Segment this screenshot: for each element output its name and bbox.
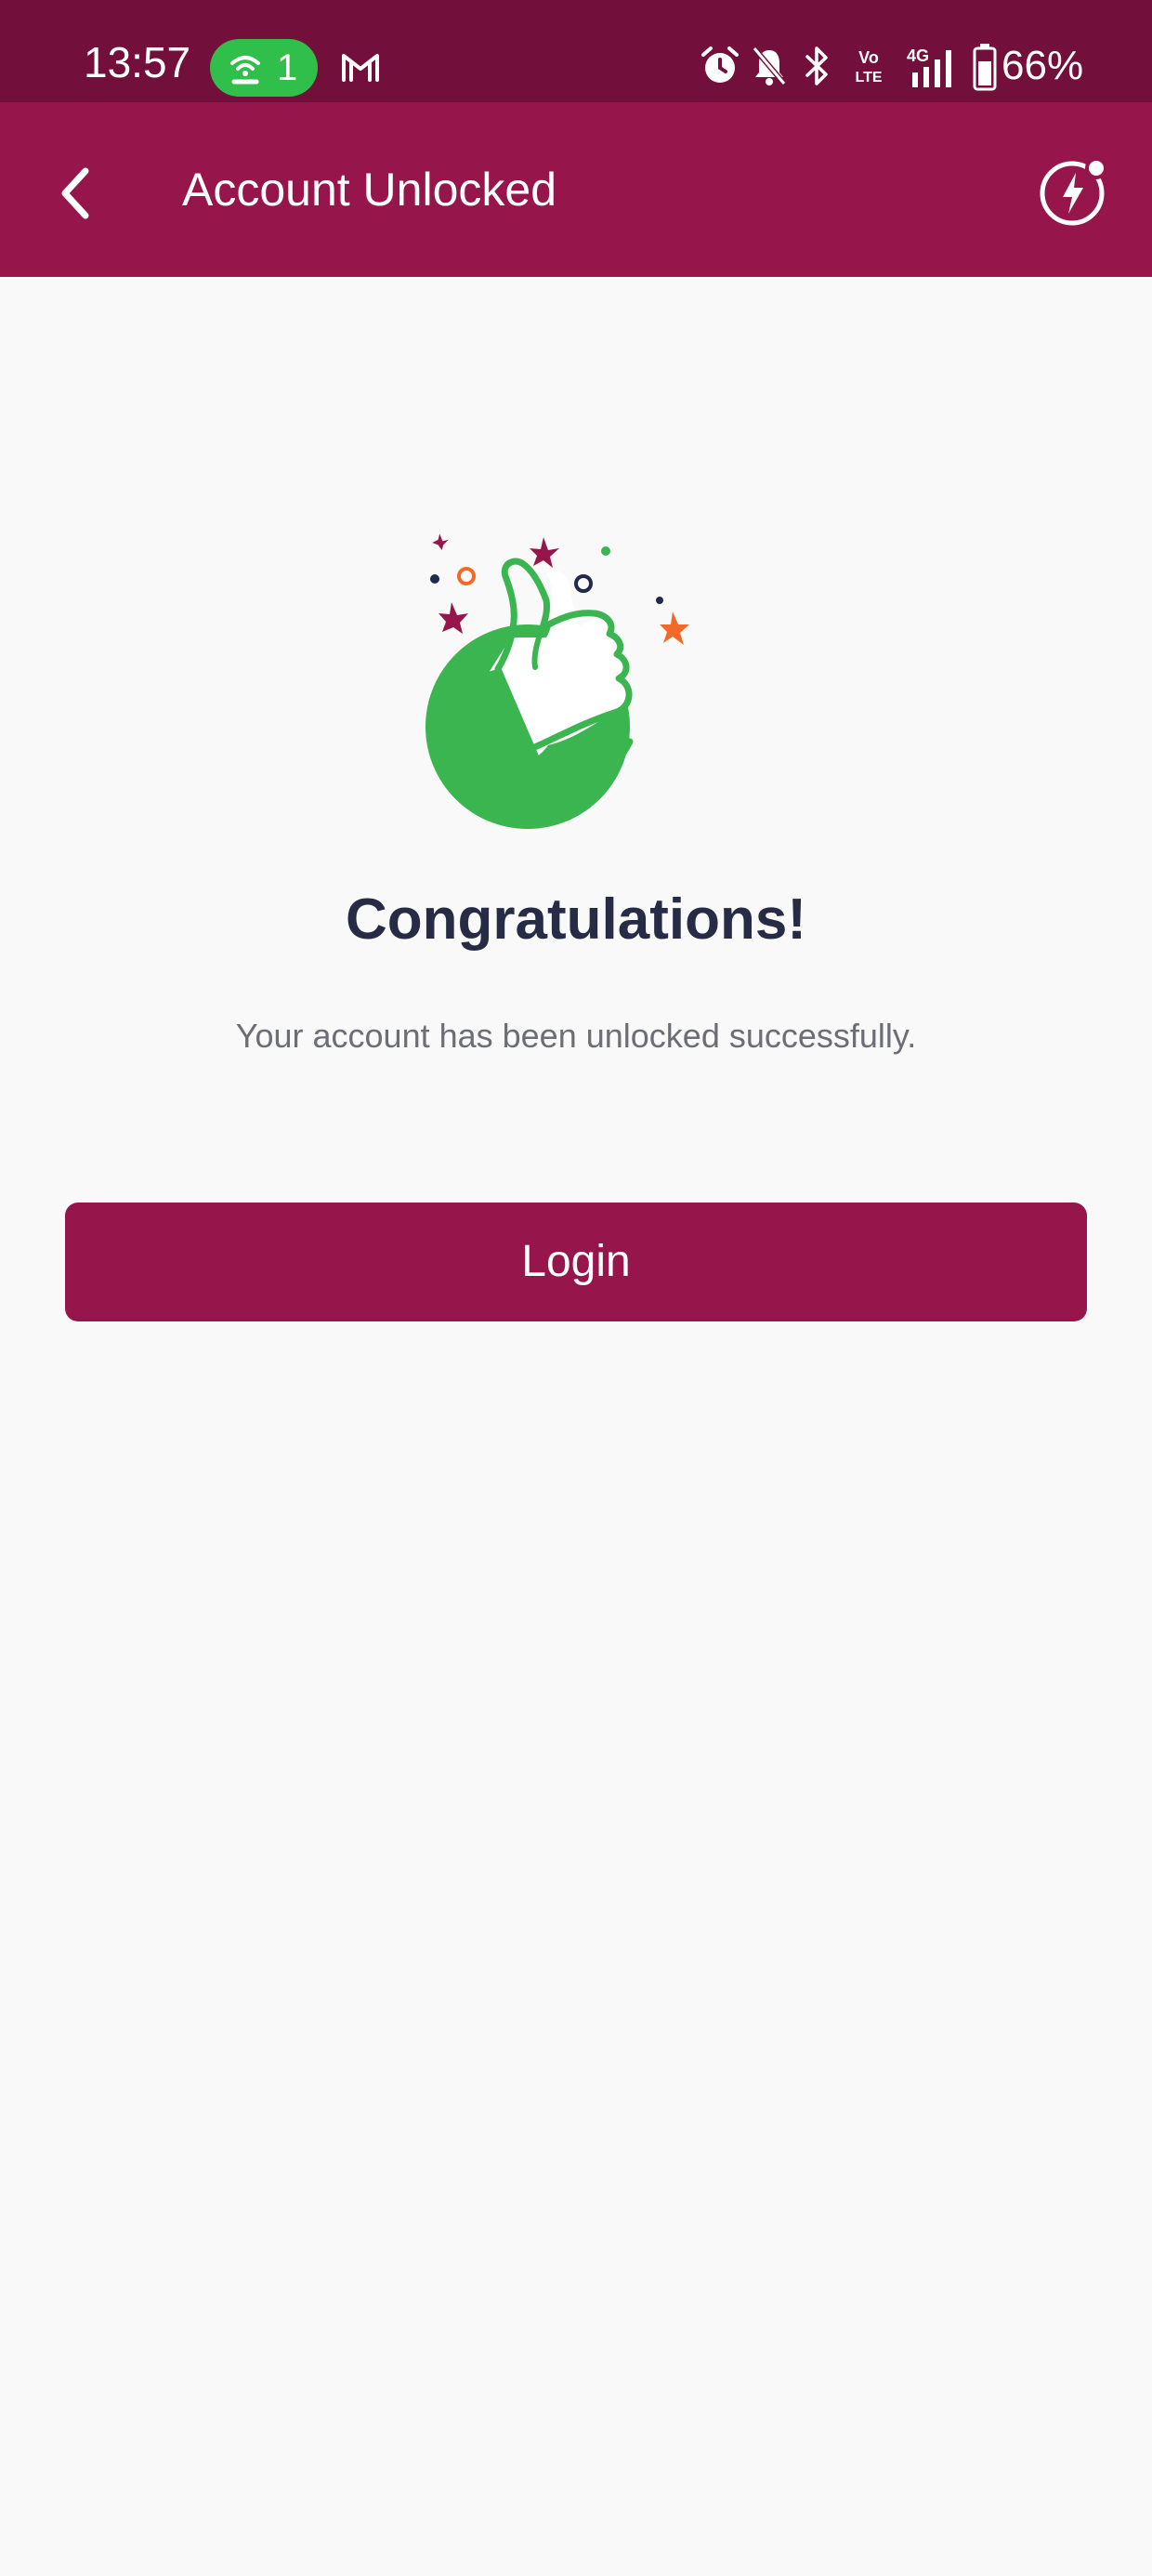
alarm-icon xyxy=(701,46,739,83)
app-bar: Account Unlocked xyxy=(0,102,1152,277)
back-arrow-icon xyxy=(61,167,89,219)
volte-icon: Vo LTE xyxy=(855,48,882,85)
hotspot-icon xyxy=(230,56,260,85)
congratulations-heading: Congratulations! xyxy=(346,887,806,952)
bell-muted-icon xyxy=(752,46,787,85)
success-message: Your account has been unlocked successfu… xyxy=(235,1017,917,1055)
status-bar: 13:57 1 Vo LTE 4G 66% xyxy=(0,0,1152,102)
hotspot-indicator[interactable]: 1 xyxy=(210,39,318,97)
login-button[interactable]: Login xyxy=(65,1203,1087,1321)
gmail-icon xyxy=(342,54,379,82)
hotspot-count: 1 xyxy=(277,47,298,88)
thumbs-up-celebration-icon xyxy=(425,533,689,829)
lightning-icon xyxy=(1040,157,1107,226)
signal-4g-icon: 4G xyxy=(907,46,951,87)
svg-text:LTE: LTE xyxy=(855,70,882,85)
svg-text:Vo: Vo xyxy=(858,48,879,67)
page-title: Account Unlocked xyxy=(182,164,557,216)
battery-icon xyxy=(973,44,997,91)
quick-action-button[interactable] xyxy=(1037,154,1111,229)
bluetooth-icon xyxy=(805,46,828,85)
battery-percentage: 66% xyxy=(1001,43,1084,88)
back-button[interactable] xyxy=(45,149,110,232)
svg-text:4G: 4G xyxy=(907,46,929,65)
status-time: 13:57 xyxy=(84,38,191,86)
